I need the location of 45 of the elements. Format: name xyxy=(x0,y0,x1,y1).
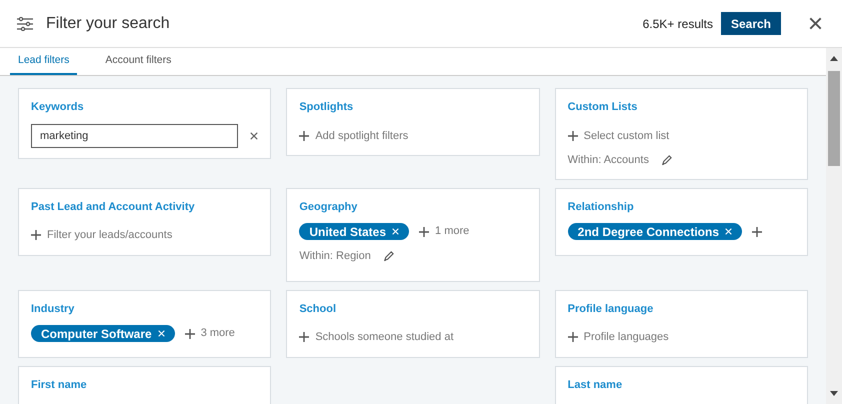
filter-title: Geography xyxy=(299,200,358,214)
results-count: 6.5K+ results xyxy=(642,16,713,32)
filter-title: Last name xyxy=(568,378,624,392)
search-button[interactable]: Search xyxy=(721,12,781,35)
more-count[interactable]: 3 more xyxy=(200,325,235,342)
filter-title: Industry xyxy=(31,302,76,316)
filter-title: Spotlights xyxy=(299,100,354,115)
plus-icon xyxy=(419,226,430,236)
scroll-up-icon[interactable] xyxy=(830,56,838,61)
filter-sliders-icon xyxy=(16,16,34,30)
filter-title: Past Lead and Account Activity xyxy=(31,200,196,214)
filter-chip[interactable]: 2nd Degree Connections xyxy=(568,223,742,240)
filter-chip[interactable]: United States xyxy=(299,223,410,240)
filter-title: Keywords xyxy=(31,100,85,115)
add-filter-link[interactable]: Profile languages xyxy=(584,329,669,346)
close-icon[interactable] xyxy=(250,132,258,140)
plus-icon xyxy=(568,130,578,141)
keywords-field[interactable]: marketing xyxy=(31,124,238,148)
within-label: Within: Region xyxy=(299,249,371,264)
add-filter-link[interactable]: Select custom list xyxy=(584,128,670,144)
filter-tab[interactable]: Account filters xyxy=(97,48,180,75)
pencil-icon[interactable] xyxy=(382,250,394,262)
more-count[interactable]: 1 more xyxy=(435,223,470,240)
filter-title: School xyxy=(299,302,337,316)
filter-title: First name xyxy=(31,378,88,392)
scrollbar[interactable] xyxy=(826,48,842,404)
plus-icon xyxy=(752,226,762,236)
dialog-title: Filter your search xyxy=(46,14,170,34)
scrollbar-thumb[interactable] xyxy=(828,71,840,166)
plus-icon xyxy=(31,230,41,240)
filter-title: Custom Lists xyxy=(568,100,638,115)
pencil-icon[interactable] xyxy=(660,154,672,166)
plus-icon xyxy=(299,332,310,342)
filter-chip[interactable]: Computer Software xyxy=(31,325,175,342)
within-label: Within: Accounts xyxy=(568,153,649,168)
add-filter-link[interactable]: Filter your leads/accounts xyxy=(47,227,172,244)
filter-title: Profile language xyxy=(568,302,654,316)
close-icon[interactable] xyxy=(809,17,822,30)
scroll-down-icon[interactable] xyxy=(830,391,838,396)
add-filter-link[interactable]: Add spotlight filters xyxy=(315,128,408,144)
plus-icon xyxy=(568,332,578,342)
add-filter-link[interactable]: Schools someone studied at xyxy=(315,329,454,346)
filter-title: Relationship xyxy=(568,200,635,214)
plus-icon xyxy=(299,130,310,141)
plus-icon xyxy=(184,328,195,338)
